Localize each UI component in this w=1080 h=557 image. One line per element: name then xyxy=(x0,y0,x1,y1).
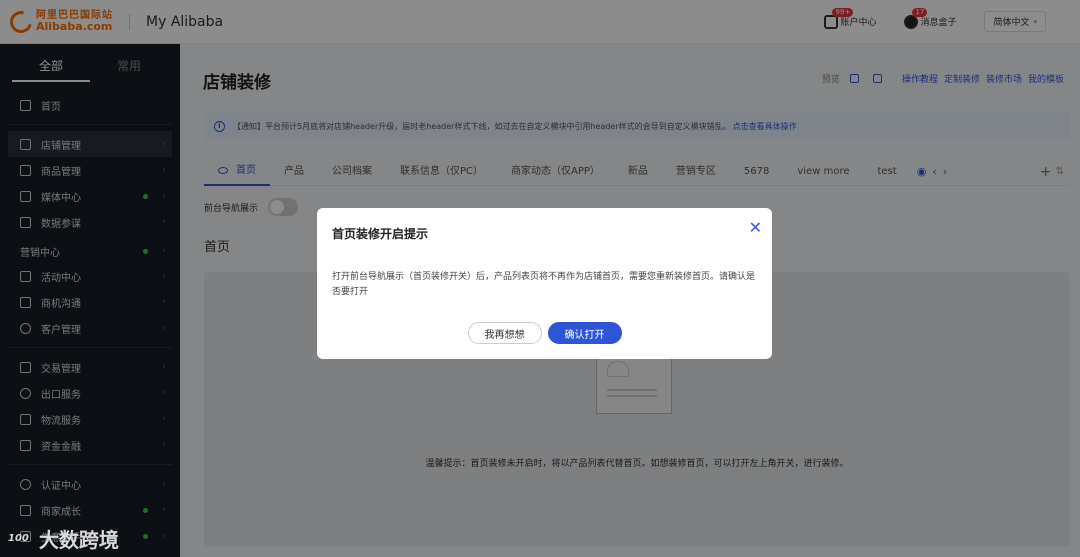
confirm-button[interactable]: 确认打开 xyxy=(547,322,622,344)
watermark-text: 大数跨境 xyxy=(38,528,119,552)
dialog-body: 打开前台导航展示（首页装修开关）后，产品列表页将不再作为店铺首页，需要您重新装修… xyxy=(332,272,756,297)
watermark: 100 大数跨境 xyxy=(8,524,119,553)
dialog-title: 首页装修开启提示 xyxy=(332,227,429,241)
watermark-logo: 100 xyxy=(8,533,29,544)
cancel-button[interactable]: 我再想想 xyxy=(467,322,542,344)
close-icon[interactable]: ✕ xyxy=(749,220,762,236)
confirm-dialog: 首页装修开启提示 ✕ 打开前台导航展示（首页装修开关）后，产品列表页将不再作为店… xyxy=(317,208,772,359)
dialog-actions: 我再想想 确认打开 xyxy=(317,322,772,344)
